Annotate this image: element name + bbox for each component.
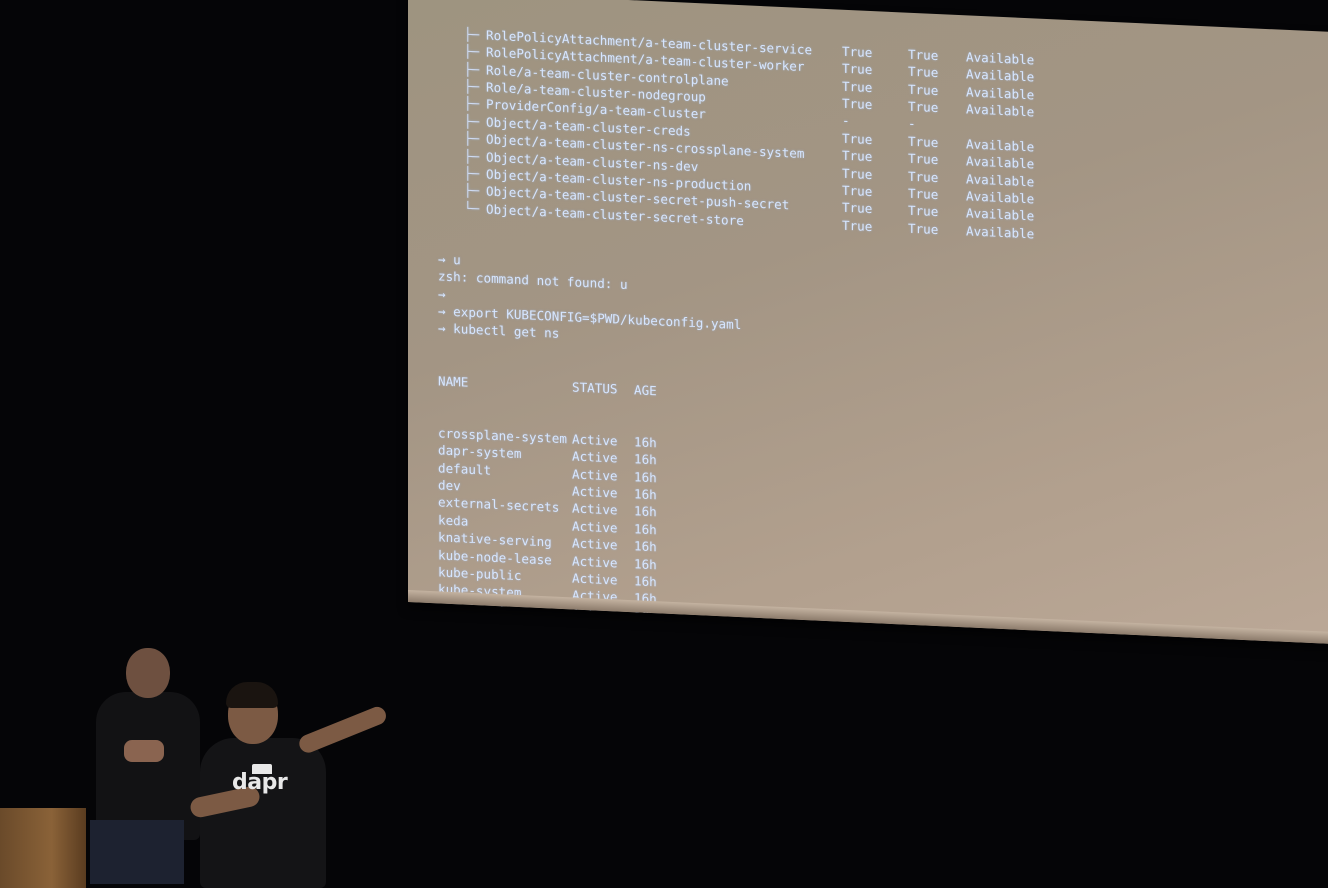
tree-branch-icon xyxy=(438,198,486,218)
presenter-right-hair xyxy=(226,682,278,708)
tree-branch-icon xyxy=(438,129,486,149)
namespace-age: 16h xyxy=(634,468,657,485)
presenter-left-legs xyxy=(90,820,184,884)
namespace-age: 16h xyxy=(634,625,657,642)
tree-branch-icon xyxy=(438,111,486,131)
namespace-age: 16h xyxy=(634,521,657,538)
tree-branch-icon xyxy=(438,76,486,96)
namespace-name: projectcontour xyxy=(438,633,545,645)
presenter-left-body xyxy=(96,692,200,840)
lectern xyxy=(0,808,86,888)
tree-branch-icon xyxy=(438,163,486,183)
namespace-age: 16h xyxy=(634,503,657,520)
ns-header-age: AGE xyxy=(634,381,657,398)
tree-branch-icon xyxy=(438,42,486,62)
shirt-logo-text: dapr xyxy=(232,770,288,795)
namespace-status: Active xyxy=(572,639,634,645)
terminal-output: RolePolicyAttachment/a-team-cluster-serv… xyxy=(438,0,1034,645)
tree-branch-icon xyxy=(438,59,486,79)
namespace-age: 16h xyxy=(634,538,657,555)
presenter-left-head xyxy=(126,648,170,698)
tree-branch-icon xyxy=(438,181,486,201)
presenter-right-pointing-arm xyxy=(296,704,389,756)
status-value: Available xyxy=(966,101,1035,120)
projection-screen: RolePolicyAttachment/a-team-cluster-serv… xyxy=(408,0,1328,645)
command-history: → u zsh: command not found: u → → export KU… xyxy=(438,250,1034,364)
status-value: Available xyxy=(966,223,1035,242)
namespace-age: 16h xyxy=(634,434,657,451)
tree-branch-icon xyxy=(438,146,486,166)
namespace-name: production xyxy=(438,616,514,635)
ns-header-name: NAME xyxy=(438,373,469,390)
tree-branch-icon xyxy=(438,94,486,114)
presenter-left-hands xyxy=(124,740,164,762)
ready-value: True xyxy=(908,220,939,237)
tree-branch-icon xyxy=(438,24,486,44)
namespace-age: 16h xyxy=(634,451,657,468)
synced-value: True xyxy=(842,217,873,234)
namespace-age: 16h xyxy=(634,642,657,645)
namespace-age: 16h xyxy=(634,573,657,590)
ns-table-header: NAME STATUS AGE xyxy=(438,372,1034,416)
namespace-age: 16h xyxy=(634,555,657,572)
ns-header-status: STATUS xyxy=(572,379,618,397)
crossplane-resource-list: RolePolicyAttachment/a-team-cluster-serv… xyxy=(438,24,1034,242)
namespace-row: projectcontour Active16h xyxy=(438,633,1034,645)
namespace-status: Active xyxy=(572,622,618,640)
namespace-age: 16h xyxy=(634,486,657,503)
